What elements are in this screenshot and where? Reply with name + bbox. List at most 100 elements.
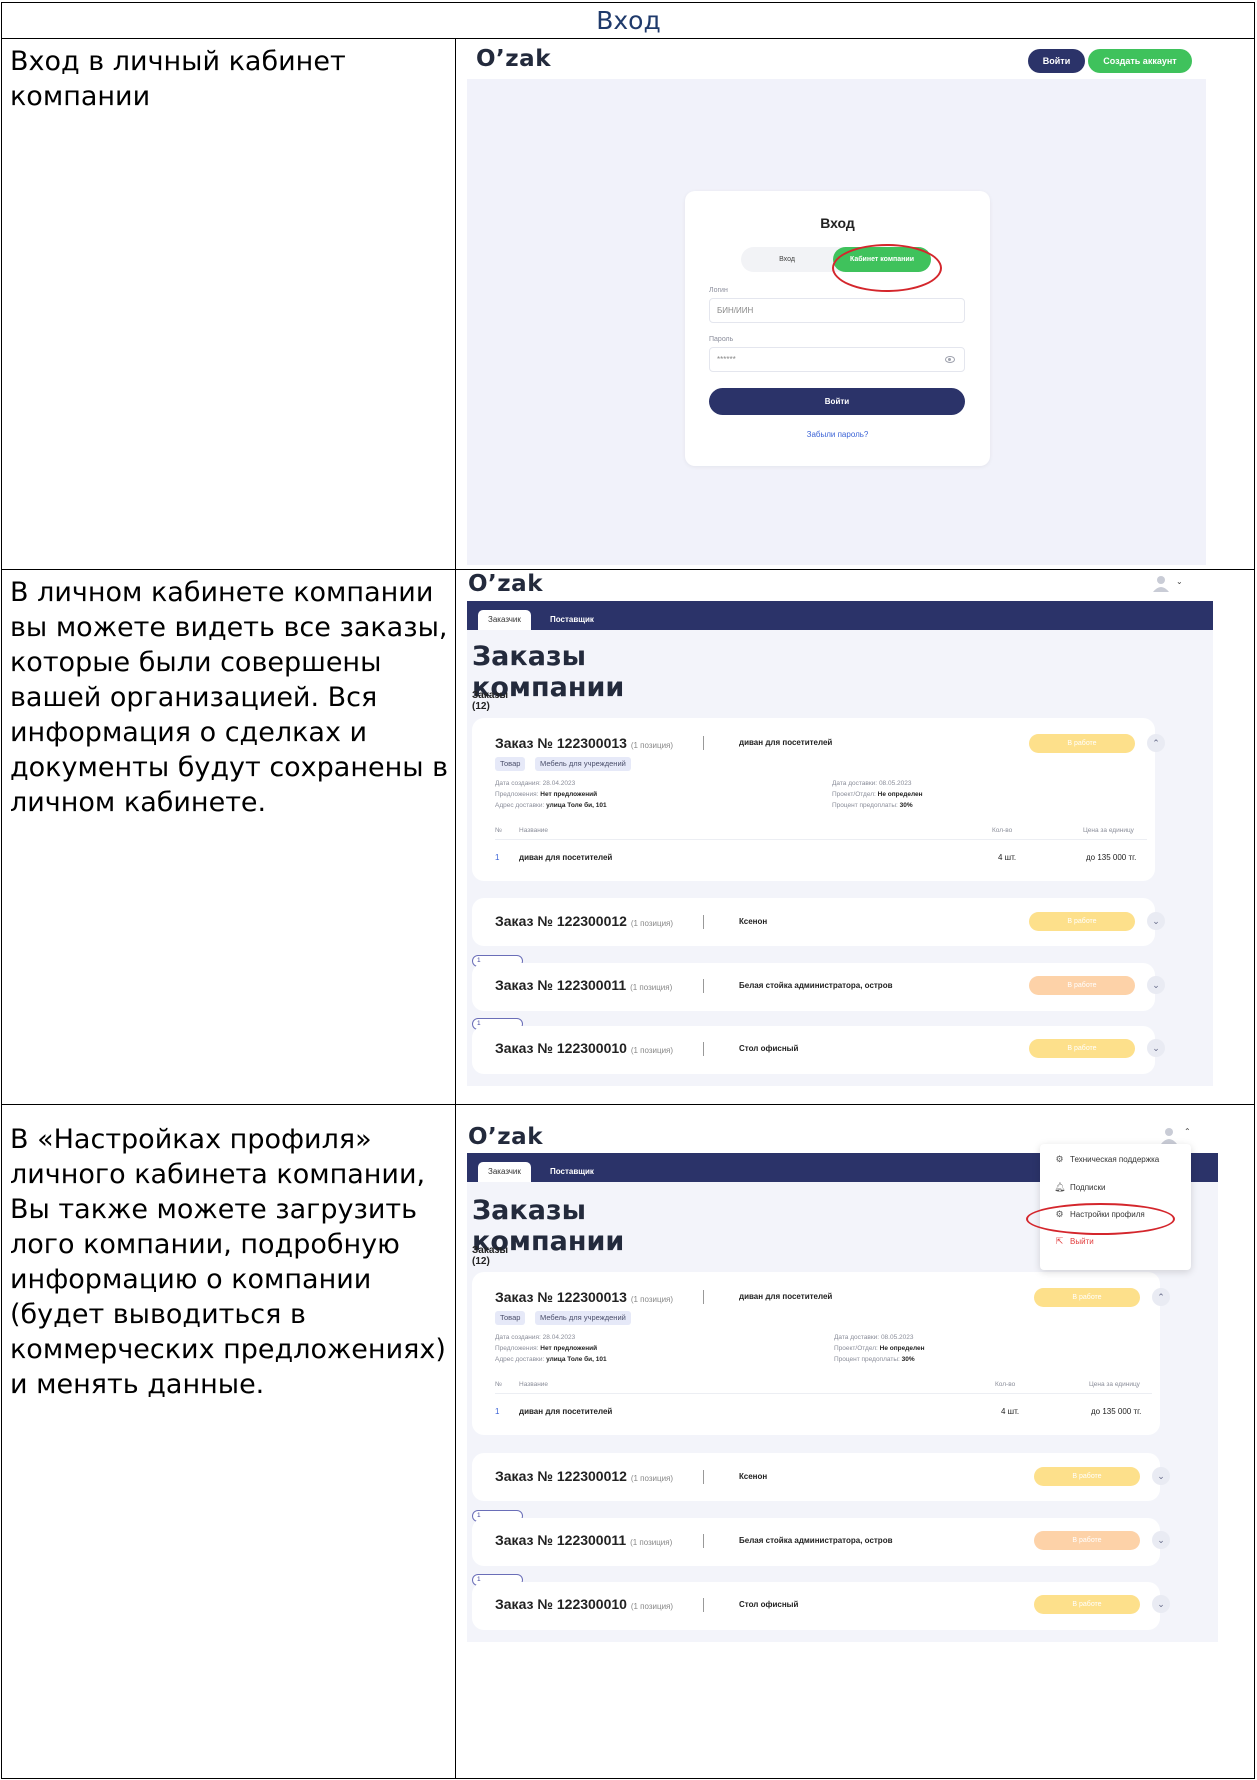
chevron-up-icon[interactable]: ⌃ — [1152, 1288, 1170, 1306]
row-price: до 135 000 тг. — [1086, 853, 1137, 862]
order-card[interactable]: Заказ № 122300012 (1 позиция) Ксенон В р… — [472, 1453, 1170, 1501]
offers-info: Предложения: Нет предложений — [495, 1345, 598, 1352]
col-price: Цена за единицу — [1083, 827, 1134, 834]
col-name: Название — [519, 827, 549, 834]
menu-item-support[interactable]: ⚙ Техническая поддержка — [1054, 1154, 1159, 1165]
row-num: 1 — [495, 853, 500, 862]
row-divider — [1, 569, 1255, 570]
status-badge: В работе — [1034, 1288, 1140, 1307]
chevron-down-icon[interactable]: ⌄ — [1152, 1531, 1170, 1549]
row-name: диван для посетителей — [519, 853, 613, 862]
order-title: Заказ № 122300010 (1 позиция) — [495, 1040, 674, 1056]
header-login-button[interactable]: Войти — [1028, 49, 1085, 73]
password-input[interactable]: ****** — [709, 347, 965, 372]
divider — [703, 736, 704, 750]
avatar-icon[interactable] — [1160, 1126, 1178, 1144]
created-date: Дата создания: 28.04.2023 — [495, 780, 576, 787]
col-qty: Кол-во — [992, 827, 1013, 834]
order-name: Стол офисный — [739, 1600, 799, 1609]
menu-item-logout[interactable]: ⇱ Выйти — [1054, 1236, 1094, 1247]
chevron-down-icon[interactable]: ⌄ — [1152, 1467, 1170, 1485]
order-name: диван для посетителей — [739, 1292, 833, 1301]
orders-count: Заказы (12) — [472, 690, 509, 712]
divider — [703, 915, 704, 929]
chevron-down-icon[interactable]: ⌄ — [1147, 912, 1165, 930]
chevron-down-icon[interactable]: ⌄ — [1147, 976, 1165, 994]
order-name: Белая стойка администратора, остров — [739, 1536, 893, 1545]
chevron-up-icon[interactable]: ⌃ — [1147, 734, 1165, 752]
gear-icon: ⚙ — [1055, 1154, 1064, 1164]
col-name: Название — [519, 1381, 549, 1388]
category-tag: Мебель для учреждений — [535, 1311, 631, 1325]
row-qty: 4 шт. — [998, 853, 1017, 862]
divider — [703, 1534, 704, 1548]
chevron-down-icon[interactable]: ⌄ — [1152, 1595, 1170, 1613]
order-card[interactable]: Заказ № 122300011 (1 позиция) Белая стой… — [472, 963, 1165, 1011]
password-label: Пароль — [709, 336, 734, 343]
offers-info: Предложения: Нет предложений — [495, 791, 598, 798]
order-card[interactable]: Заказ № 122300010 (1 позиция) Стол офисн… — [472, 1026, 1165, 1074]
login-input[interactable]: БИН/ИИН — [709, 298, 965, 323]
col-num: № — [495, 827, 502, 834]
prepay-info: Процент предоплаты: 30% — [832, 802, 913, 809]
password-value: ****** — [717, 355, 736, 364]
divider — [703, 1042, 704, 1056]
avatar-icon[interactable] — [1152, 574, 1170, 592]
status-badge: В работе — [1029, 976, 1135, 995]
chevron-down-icon[interactable]: ⌄ — [1147, 1039, 1165, 1057]
delivery-address: Адрес доставки: улица Толе би, 101 — [495, 1356, 607, 1363]
highlight-ellipse — [832, 244, 942, 292]
divider — [703, 1290, 704, 1304]
prepay-info: Процент предоплаты: 30% — [834, 1356, 915, 1363]
chevron-up-icon[interactable]: ⌃ — [1184, 1127, 1191, 1136]
app-logo: O’zak — [468, 571, 543, 597]
col-qty: Кол-во — [995, 1381, 1016, 1388]
status-badge: В работе — [1034, 1531, 1140, 1550]
row-divider — [1, 38, 1255, 39]
category-tag: Товар — [495, 757, 526, 771]
order-name: Ксенон — [739, 1472, 768, 1481]
tab-supplier[interactable]: Поставщик — [540, 610, 604, 630]
create-account-button[interactable]: Создать аккаунт — [1088, 49, 1192, 73]
status-badge: В работе — [1034, 1467, 1140, 1486]
highlight-ellipse — [1026, 1203, 1175, 1235]
order-title: Заказ № 122300012 (1 позиция) — [495, 913, 674, 929]
app-logo: O’zak — [476, 46, 551, 72]
order-card[interactable]: Заказ № 122300013 (1 позиция) диван для … — [472, 718, 1165, 881]
order-title: Заказ № 122300012 (1 позиция) — [495, 1468, 674, 1484]
project-info: Проект/Отдел: Не определен — [832, 791, 923, 798]
status-badge: В работе — [1034, 1595, 1140, 1614]
created-date: Дата создания: 28.04.2023 — [495, 1334, 576, 1341]
category-tag: Мебель для учреждений — [535, 757, 631, 771]
order-card[interactable]: Заказ № 122300012 (1 позиция) Ксенон В р… — [472, 898, 1165, 946]
login-submit-button[interactable]: Войти — [709, 388, 965, 415]
order-card[interactable]: Заказ № 122300011 (1 позиция) Белая стой… — [472, 1518, 1170, 1566]
column-divider — [455, 38, 456, 1778]
order-card[interactable]: Заказ № 122300013 (1 позиция) диван для … — [472, 1272, 1170, 1435]
eye-icon[interactable] — [945, 356, 955, 363]
chevron-down-icon[interactable]: ⌄ — [1176, 577, 1183, 586]
order-title: Заказ № 122300011 (1 позиция) — [495, 977, 673, 993]
row-divider — [1, 1104, 1255, 1105]
row-num: 1 — [495, 1407, 500, 1416]
status-badge: В работе — [1029, 1039, 1135, 1058]
role-tabbar: Заказчик Поставщик — [467, 601, 1213, 630]
divider — [703, 1598, 704, 1612]
tab-login[interactable]: Вход — [741, 247, 833, 272]
row-3-description: В «Настройках профиля» личного кабинета … — [10, 1124, 446, 1400]
order-card[interactable]: Заказ № 122300010 (1 позиция) Стол офисн… — [472, 1582, 1170, 1630]
row-price: до 135 000 тг. — [1091, 1407, 1142, 1416]
tab-supplier[interactable]: Поставщик — [540, 1162, 604, 1182]
divider — [495, 839, 1147, 840]
login-card: Вход Вход Кабинет компании Логин БИН/ИИН… — [685, 191, 990, 466]
menu-item-subscriptions[interactable]: 🔔︎ Подписки — [1054, 1182, 1105, 1193]
order-name: Белая стойка администратора, остров — [739, 981, 893, 990]
order-title: Заказ № 122300010 (1 позиция) — [495, 1596, 674, 1612]
forgot-password-link[interactable]: Забыли пароль? — [685, 430, 990, 439]
project-info: Проект/Отдел: Не определен — [834, 1345, 925, 1352]
order-title: Заказ № 122300013 (1 позиция) — [495, 1289, 674, 1305]
tab-customer[interactable]: Заказчик — [478, 610, 531, 630]
bell-icon: 🔔︎ — [1054, 1182, 1066, 1192]
divider — [703, 979, 704, 993]
tab-customer[interactable]: Заказчик — [478, 1162, 531, 1182]
